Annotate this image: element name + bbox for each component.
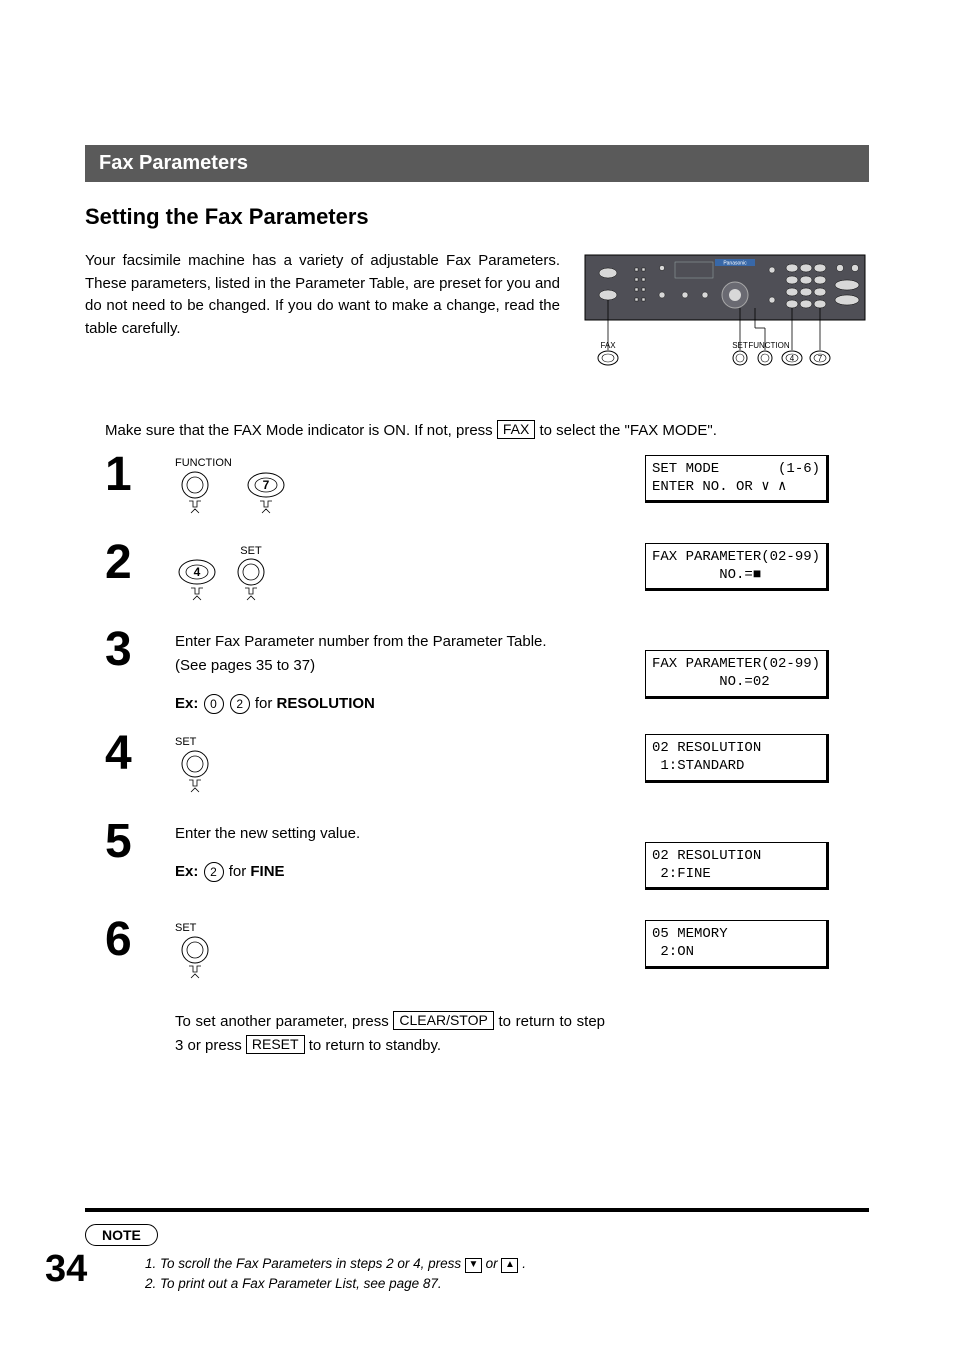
up-arrow-icon: ▲: [501, 1258, 518, 1273]
lcd-display: FAX PARAMETER(02-99) NO.=■: [645, 543, 829, 591]
note1-b: or: [486, 1256, 502, 1271]
lcd-display: FAX PARAMETER(02-99) NO.=02: [645, 650, 829, 698]
svg-text:FAX: FAX: [600, 341, 616, 350]
reset-button: RESET: [246, 1035, 305, 1054]
section-header: Fax Parameters: [85, 145, 869, 182]
key-2: 2: [230, 694, 250, 714]
instruction-text-b: to select the "FAX MODE".: [539, 422, 716, 439]
step-body: Enter Fax Parameter number from the Para…: [175, 624, 605, 716]
key-2: 2: [204, 862, 224, 882]
intro-row: Your facsimile machine has a variety of …: [85, 250, 869, 390]
svg-text:Panasonic: Panasonic: [723, 261, 747, 267]
tail-c: to return to standby.: [309, 1037, 441, 1054]
step-6: 6 SET To set another parameter, press CL…: [105, 914, 869, 1058]
step-number: 4: [105, 728, 175, 775]
step-body: SET: [175, 728, 605, 804]
instruction-text-a: Make sure that the FAX Mode indicator is…: [105, 422, 497, 439]
step-5: 5 Enter the new setting value. Ex: 2 for…: [105, 816, 869, 902]
steps-list: 1 FUNCTION 7 SET: [105, 449, 869, 1058]
set-label: SET: [175, 734, 605, 752]
step-3: 3 Enter Fax Parameter number from the Pa…: [105, 624, 869, 716]
step-number: 2: [105, 537, 175, 584]
ex-bold: FINE: [250, 863, 284, 880]
function-button-icon: [175, 471, 215, 525]
lcd-display: SET MODE (1-6) ENTER NO. OR ∨ ∧: [645, 455, 829, 503]
device-diagram: Panasonic: [580, 250, 870, 390]
footer-rule: [85, 1208, 869, 1212]
subheading: Setting the Fax Parameters: [85, 204, 869, 230]
step-2: 2 4 SET FAX PARA: [105, 537, 869, 613]
step-body: 4 SET: [175, 537, 605, 613]
key-4-icon: 4: [175, 558, 219, 612]
step5-text-a: Enter the new setting value.: [175, 822, 605, 846]
lcd-display: 05 MEMORY 2:ON: [645, 920, 829, 968]
step-number: 3: [105, 624, 175, 671]
key-7-icon: 7: [244, 471, 288, 525]
svg-text:SET: SET: [732, 341, 748, 350]
display-area: FAX PARAMETER(02-99) NO.=02: [645, 624, 829, 710]
ex-prefix: Ex:: [175, 863, 198, 880]
lcd-display: 02 RESOLUTION 2:FINE: [645, 842, 829, 890]
step-body: SET To set another parameter, press CLEA…: [175, 914, 605, 1058]
display-area: SET MODE (1-6) ENTER NO. OR ∨ ∧: [645, 449, 829, 515]
clear-stop-button: CLEAR/STOP: [393, 1011, 493, 1030]
mode-instruction: Make sure that the FAX Mode indicator is…: [105, 420, 869, 439]
ex-suffix: for: [255, 695, 277, 712]
step-1: 1 FUNCTION 7 SET: [105, 449, 869, 525]
ex-prefix: Ex:: [175, 695, 198, 712]
set-label: SET: [175, 920, 605, 938]
step-number: 6: [105, 914, 175, 961]
display-area: 05 MEMORY 2:ON: [645, 914, 829, 980]
intro-paragraph: Your facsimile machine has a variety of …: [85, 250, 560, 390]
note-label: NOTE: [85, 1224, 158, 1246]
step-number: 1: [105, 449, 175, 496]
svg-text:7: 7: [262, 478, 269, 492]
step-body: FUNCTION 7: [175, 449, 605, 525]
display-area: 02 RESOLUTION 2:FINE: [645, 816, 829, 902]
ex-suffix: for: [229, 863, 251, 880]
display-area: 02 RESOLUTION 1:STANDARD: [645, 728, 829, 794]
down-arrow-icon: ▼: [465, 1258, 482, 1273]
note-2: 2. To print out a Fax Parameter List, se…: [145, 1274, 869, 1294]
key-0: 0: [204, 694, 224, 714]
manual-page: Fax Parameters Setting the Fax Parameter…: [0, 0, 954, 1351]
svg-text:FUNCTION: FUNCTION: [748, 341, 790, 350]
step3-text-b: (See pages 35 to 37): [175, 654, 605, 678]
fax-button-label: FAX: [497, 420, 535, 439]
svg-text:7: 7: [818, 354, 823, 363]
note-list: 1. To scroll the Fax Parameters in steps…: [145, 1254, 869, 1295]
note1-a: 1. To scroll the Fax Parameters in steps…: [145, 1256, 465, 1271]
step3-text-a: Enter Fax Parameter number from the Para…: [175, 630, 605, 654]
set-button-icon: [175, 750, 215, 804]
step-number: 5: [105, 816, 175, 863]
set-button-icon: [231, 558, 271, 612]
lcd-display: 02 RESOLUTION 1:STANDARD: [645, 734, 829, 782]
step-4: 4 SET 02 RESOLUTION 1:STANDARD: [105, 728, 869, 804]
tail-a: To set another parameter, press: [175, 1013, 393, 1030]
note1-c: .: [522, 1256, 526, 1271]
svg-text:4: 4: [790, 354, 795, 363]
ex-bold: RESOLUTION: [277, 695, 375, 712]
set-button-icon: [175, 936, 215, 990]
svg-text:4: 4: [194, 565, 201, 579]
page-number: 34: [45, 1248, 87, 1291]
note-1: 1. To scroll the Fax Parameters in steps…: [145, 1254, 869, 1274]
display-area: FAX PARAMETER(02-99) NO.=■: [645, 537, 829, 603]
step-body: Enter the new setting value. Ex: 2 for F…: [175, 816, 605, 884]
